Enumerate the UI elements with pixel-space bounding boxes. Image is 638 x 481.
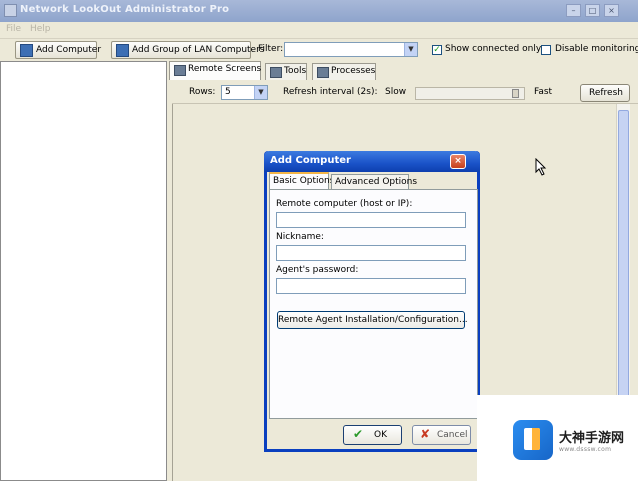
mouse-cursor-icon	[535, 158, 547, 176]
window-title: Network LookOut Administrator Pro	[20, 4, 230, 15]
ok-button[interactable]: ✔ OK	[343, 425, 402, 445]
dialog-title: Add Computer	[270, 155, 351, 166]
close-icon[interactable]: ×	[450, 154, 466, 169]
refresh-interval-label: Refresh interval (2s):	[283, 87, 378, 97]
checkmark-icon: ✔	[353, 427, 364, 441]
fast-label: Fast	[534, 87, 553, 97]
tab-label: Remote Screens	[188, 64, 262, 74]
tab-tools[interactable]: Tools	[265, 63, 307, 80]
disable-monitoring-label: Disable monitoring	[555, 44, 638, 54]
add-computer-label: Add Computer	[36, 45, 102, 55]
refresh-button[interactable]: Refresh	[580, 84, 630, 102]
slow-label: Slow	[385, 87, 407, 97]
nickname-input[interactable]	[276, 245, 466, 261]
tab-advanced-options[interactable]: Advanced Options	[331, 174, 417, 190]
toolbar: Add Computer Add Group of LAN Computers …	[0, 39, 638, 61]
menu-bar: File Help	[0, 22, 638, 39]
show-connected-label: Show connected only	[445, 44, 542, 54]
tab-processes[interactable]: Processes	[312, 63, 376, 80]
nickname-label: Nickname:	[276, 232, 324, 242]
remote-computer-input[interactable]	[276, 212, 466, 228]
watermark-url: www.dsssw.com	[559, 446, 612, 453]
cancel-label: Cancel	[437, 430, 468, 440]
tab-label: Tools	[284, 66, 307, 76]
window-title-bar[interactable]: Network LookOut Administrator Pro – □ ×	[0, 0, 638, 22]
add-group-icon	[116, 44, 129, 57]
ok-label: OK	[374, 430, 387, 440]
tab-label: Processes	[331, 66, 376, 76]
rows-select[interactable]: 5 ▼	[221, 85, 268, 100]
tools-icon	[270, 67, 282, 78]
maximize-icon[interactable]: □	[585, 4, 600, 17]
close-icon[interactable]: ×	[604, 4, 619, 17]
rows-value: 5	[225, 87, 231, 97]
add-group-button[interactable]: Add Group of LAN Computers	[111, 41, 264, 59]
dialog-title-bar[interactable]: Add Computer ×	[264, 151, 480, 172]
tab-basic-options[interactable]: Basic Options	[269, 172, 334, 190]
scrollbar-thumb[interactable]	[618, 110, 629, 440]
menu-file[interactable]: File	[6, 24, 21, 34]
disable-monitoring-checkbox[interactable]	[541, 45, 551, 55]
watermark-cube-accent	[532, 428, 540, 450]
rows-label: Rows:	[189, 87, 216, 97]
main-tab-strip: Remote Screens Tools Processes	[169, 61, 638, 80]
show-connected-checkbox[interactable]: ✓	[432, 45, 442, 55]
filter-label: Filter:	[258, 44, 284, 54]
chevron-down-icon[interactable]: ▼	[404, 43, 417, 56]
slider-thumb[interactable]	[512, 89, 519, 98]
watermark-name: 大神手游网	[559, 431, 625, 446]
add-group-label: Add Group of LAN Computers	[132, 45, 265, 55]
cancel-button[interactable]: ✘ Cancel	[412, 425, 471, 445]
password-input[interactable]	[276, 278, 466, 294]
processes-icon	[317, 67, 329, 78]
screen-options-bar: Rows: 5 ▼ Refresh interval (2s): Slow Fa…	[172, 82, 638, 104]
dialog-tab-strip: Basic Options Advanced Options	[267, 172, 477, 190]
minimize-icon[interactable]: –	[566, 4, 581, 17]
tab-remote-screens[interactable]: Remote Screens	[169, 61, 261, 80]
monitor-icon	[174, 65, 186, 76]
app-icon	[4, 4, 17, 17]
watermark: 大神手游网 www.dsssw.com	[477, 395, 638, 481]
add-computer-icon	[20, 44, 33, 57]
filter-combobox[interactable]: ▼	[284, 42, 418, 57]
computer-list-panel[interactable]	[0, 61, 167, 481]
menu-help[interactable]: Help	[30, 24, 51, 34]
chevron-down-icon[interactable]: ▼	[254, 86, 267, 99]
refresh-slider[interactable]	[415, 87, 525, 100]
password-label: Agent's password:	[276, 265, 359, 275]
remote-computer-label: Remote computer (host or IP):	[276, 199, 413, 209]
cancel-x-icon: ✘	[420, 427, 431, 441]
add-computer-button[interactable]: Add Computer	[15, 41, 101, 59]
remote-agent-install-button[interactable]: Remote Agent Installation/Configuration.…	[277, 311, 468, 329]
